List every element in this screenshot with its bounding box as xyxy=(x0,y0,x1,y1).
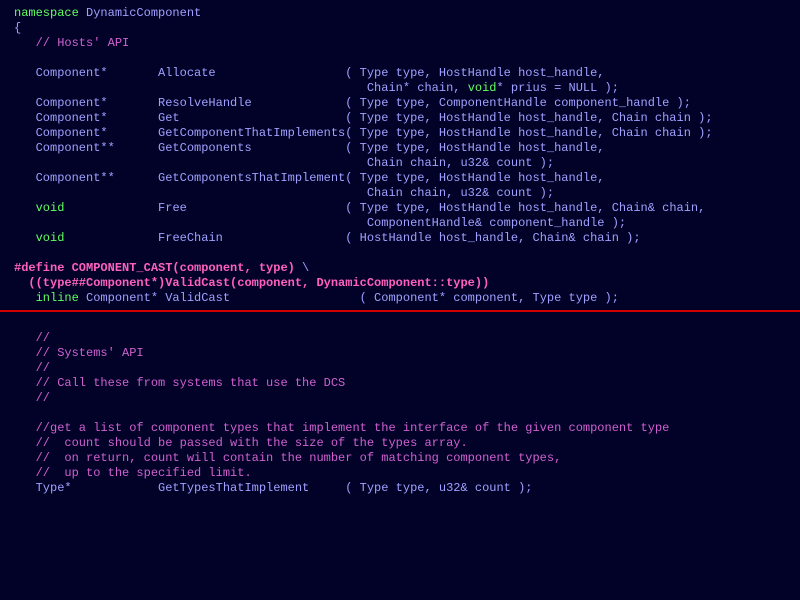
kw-void-free: void xyxy=(14,201,64,215)
comment-f: //get a list of component types that imp… xyxy=(14,421,669,435)
brace-open: { xyxy=(14,21,21,35)
comment-g: // count should be passed with the size … xyxy=(14,436,468,450)
comment-d: // Call these from systems that use the … xyxy=(14,376,345,390)
line-allocate-cont-a: Chain* chain, xyxy=(14,81,468,95)
kw-namespace: namespace xyxy=(14,6,79,20)
line-resolve: Component* ResolveHandle ( Type type, Co… xyxy=(14,96,691,110)
line-gettypes: Type* GetTypesThatImplement ( Type type,… xyxy=(14,481,532,495)
line-getthatimpl: Component* GetComponentThatImplements( T… xyxy=(14,126,713,140)
line-getcompsthatimpl: Component** GetComponentsThatImplement( … xyxy=(14,171,605,185)
line-getcomponents-cont: Chain chain, u32& count ); xyxy=(14,156,554,170)
kw-void-freechain: void xyxy=(14,231,64,245)
ns-name: DynamicComponent xyxy=(79,6,201,20)
line-free-cont: ComponentHandle& component_handle ); xyxy=(14,216,626,230)
line-get: Component* Get ( Type type, HostHandle h… xyxy=(14,111,713,125)
comment-e: // xyxy=(14,391,50,405)
pp-backslash: \ xyxy=(302,261,309,275)
kw-void: void xyxy=(468,81,497,95)
pp-define: #define COMPONENT_CAST(component, type) xyxy=(14,261,302,275)
line-allocate: Component* Allocate ( Type type, HostHan… xyxy=(14,66,605,80)
comment-i: // up to the specified limit. xyxy=(14,466,252,480)
kw-inline: inline xyxy=(14,291,79,305)
code-block: namespace DynamicComponent { // Hosts' A… xyxy=(0,6,800,306)
comment-a: // xyxy=(14,331,50,345)
line-allocate-cont-b: * prius = NULL ); xyxy=(497,81,619,95)
pp-define-body: ((type##Component*)ValidCast(component, … xyxy=(14,276,489,290)
comment-h: // on return, count will contain the num… xyxy=(14,451,561,465)
line-getcomponents: Component** GetComponents ( Type type, H… xyxy=(14,141,605,155)
line-free: Free ( Type type, HostHandle host_handle… xyxy=(64,201,705,215)
line-validcast: Component* ValidCast ( Component* compon… xyxy=(79,291,619,305)
comment-hosts-api: // Hosts' API xyxy=(14,36,129,50)
line-getcompsthatimpl-cont: Chain chain, u32& count ); xyxy=(14,186,554,200)
line-freechain: FreeChain ( HostHandle host_handle, Chai… xyxy=(64,231,640,245)
comment-c: // xyxy=(14,361,50,375)
comment-systems-api: // Systems' API xyxy=(14,346,144,360)
divider xyxy=(0,310,800,312)
code-block-2: // // Systems' API // // Call these from… xyxy=(0,316,800,496)
